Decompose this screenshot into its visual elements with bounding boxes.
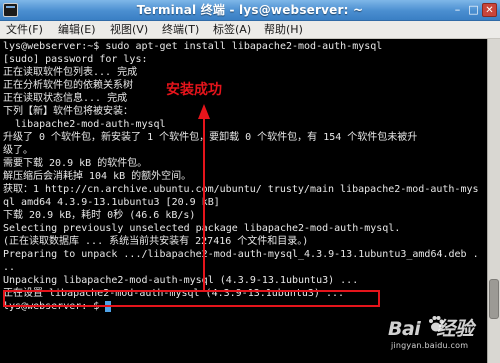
terminal-line: Preparing to unpack .../libapache2-mod-a…	[3, 249, 479, 260]
menu-tabs[interactable]: 标签(A)	[213, 21, 251, 38]
terminal-line: 需要下载 20.9 kB 的软件包。	[3, 158, 148, 169]
close-button[interactable]: ✕	[482, 3, 497, 17]
terminal-line: (正在读取数据库 ... 系统当前共安装有 227416 个文件和目录。)	[3, 236, 309, 247]
terminal-line: 正在分析软件包的依赖关系树	[3, 80, 133, 91]
terminal-line: ql amd64 4.3.9-13.1ubuntu3 [20.9 kB]	[3, 197, 220, 208]
minimize-button[interactable]: –	[450, 3, 465, 17]
menu-file[interactable]: 文件(F)	[6, 21, 43, 38]
watermark-url: jingyan.baidu.com	[391, 341, 469, 350]
terminal-line: Unpacking libapache2-mod-auth-mysql (4.3…	[3, 275, 359, 286]
menu-terminal[interactable]: 终端(T)	[162, 21, 199, 38]
terminal-line: [sudo] password for lys:	[3, 54, 148, 65]
terminal-line: libapache2-mod-auth-mysql	[3, 119, 166, 130]
menu-bar: 文件(F) 编辑(E) 视图(V) 终端(T) 标签(A) 帮助(H)	[0, 21, 500, 39]
terminal-line: ..	[3, 262, 16, 273]
annotation-arrow-icon	[198, 104, 210, 292]
success-annotation-label: 安装成功	[166, 82, 222, 98]
baidu-jingyan-watermark: Bai 经验 jingyan.baidu.com	[388, 312, 498, 362]
terminal-line: 解压缩后会消耗掉 104 kB 的额外空间。	[3, 171, 192, 182]
terminal-line: 级了。	[3, 145, 33, 156]
maximize-button[interactable]: □	[466, 3, 481, 17]
terminal-line: 正在读取状态信息... 完成	[3, 93, 128, 104]
terminal-line: 正在读取软件包列表... 完成	[3, 67, 138, 78]
terminal-line: lys@webserver:~$ sudo apt-get install li…	[3, 41, 383, 52]
menu-help[interactable]: 帮助(H)	[264, 21, 303, 38]
terminal-line: 获取：1 http://cn.archive.ubuntu.com/ubuntu…	[3, 184, 479, 195]
paw-logo-icon	[429, 316, 444, 332]
success-line-highlight	[3, 290, 380, 307]
terminal-window: Terminal 终端 - lys@webserver: ~ – □ ✕ 文件(…	[0, 0, 500, 363]
menu-view[interactable]: 视图(V)	[110, 21, 148, 38]
menu-edit[interactable]: 编辑(E)	[58, 21, 96, 38]
title-bar[interactable]: Terminal 终端 - lys@webserver: ~ – □ ✕	[0, 0, 500, 21]
window-title: Terminal 终端 - lys@webserver: ~	[136, 3, 364, 17]
terminal-line: 下载 20.9 kB，耗时 0秒 (46.6 kB/s)	[3, 210, 196, 221]
terminal-line: 下列【新】软件包将被安装：	[3, 106, 133, 117]
